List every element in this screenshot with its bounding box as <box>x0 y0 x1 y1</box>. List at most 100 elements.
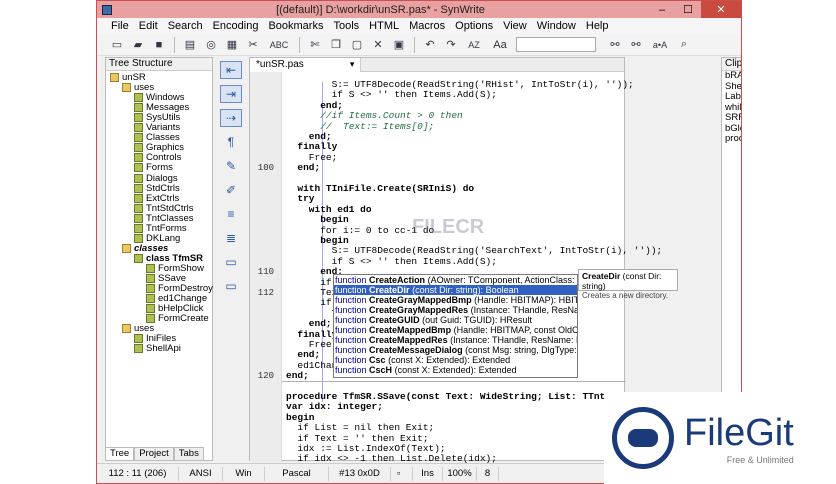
clipboard-item[interactable]: bRAll.ModalResult := srRAll; <box>722 70 741 82</box>
open-folder-icon[interactable]: ▰ <box>130 37 146 53</box>
completion-item[interactable]: function CreateMappedRes (Instance: THan… <box>334 335 577 345</box>
quick-search-input[interactable] <box>516 37 596 52</box>
code-line[interactable]: try <box>286 194 314 204</box>
clipboard-list: bRAll.ModalResult := srRAll;ShellExecute… <box>722 70 741 145</box>
sort-button[interactable]: AZ <box>464 37 484 53</box>
code-line[interactable]: var idx: integer; <box>286 402 383 412</box>
save-icon[interactable]: ■ <box>151 37 167 53</box>
unit-icon <box>146 274 155 283</box>
line-number: 120 <box>257 371 274 382</box>
print-icon[interactable]: ▤ <box>182 37 198 53</box>
block2-icon[interactable]: ▭ <box>220 277 242 295</box>
unindent-icon[interactable]: ≣ <box>220 229 242 247</box>
tab-close-icon[interactable]: ▾ <box>350 59 355 70</box>
menu-item-file[interactable]: File <box>111 20 129 32</box>
unit-icon <box>146 294 155 304</box>
clipboard-item[interactable]: procedure FormDestroy(Sende <box>722 133 741 145</box>
menu-item-window[interactable]: Window <box>537 20 576 32</box>
clipboard-icon[interactable]: ▦ <box>224 37 240 53</box>
code-line[interactable]: S:= UTF8Decode(ReadString('SearchText', … <box>286 246 663 256</box>
code-line[interactable]: if List = nil then Exit; <box>286 423 434 433</box>
completion-item[interactable]: function CreateDir (const Dir: string): … <box>334 285 577 295</box>
menu-item-view[interactable]: View <box>503 20 527 32</box>
lexer-status[interactable]: Pascal <box>265 466 329 481</box>
completion-kind: function <box>335 275 367 285</box>
minimize-button[interactable]: – <box>649 1 675 18</box>
tab-unsr[interactable]: *unSR.pas ▾ <box>250 57 362 72</box>
clipboard-item[interactable]: LabelH.Enabled:= ed2.Enabled; <box>722 91 741 103</box>
tab-project[interactable]: Project <box>134 447 174 461</box>
menu-item-bookmarks[interactable]: Bookmarks <box>268 20 323 32</box>
encoding-status[interactable]: ANSI <box>179 466 223 481</box>
autocomplete-popup[interactable]: function CreateAction (AOwner: TComponen… <box>333 274 578 378</box>
completion-item[interactable]: function CreateGUID (out Guid: TGUID): H… <box>334 315 577 325</box>
code-line[interactable]: //if Items.Count > 0 then <box>286 111 463 121</box>
maximize-button[interactable]: ☐ <box>675 1 701 18</box>
tab-tabs[interactable]: Tabs <box>173 447 204 461</box>
goto-prev-icon[interactable]: ⇤ <box>220 61 242 79</box>
select-all-icon[interactable]: ▣ <box>391 37 407 53</box>
hint-title: CreateDir <box>582 271 621 281</box>
nav-icon[interactable]: ⇢ <box>220 109 242 127</box>
binoculars-icon[interactable]: ⚯ <box>607 37 623 53</box>
zoom-status[interactable]: 100% <box>443 466 477 481</box>
tree-node[interactable]: FormCreate <box>146 313 209 324</box>
goto-next-icon[interactable]: ⇥ <box>220 85 242 103</box>
close-button[interactable]: ✕ <box>701 1 741 18</box>
code-line[interactable]: end; <box>286 371 309 381</box>
new-file-icon[interactable]: ▭ <box>109 37 125 53</box>
cut-icon[interactable]: ✄ <box>307 37 323 53</box>
indent-icon[interactable]: ≡ <box>220 205 242 223</box>
clipboard-item[interactable]: SRRo: boolean; <box>722 112 741 124</box>
menu-item-edit[interactable]: Edit <box>139 20 158 32</box>
code-line[interactable]: if S <> '' then Items.Add(S); <box>286 90 497 100</box>
title-bar[interactable]: [(default)] D:\workdir\unSR.pas* - SynWr… <box>97 1 741 18</box>
insert-mode-status[interactable]: Ins <box>413 466 443 481</box>
completion-item[interactable]: function CreateAction (AOwner: TComponen… <box>334 275 577 285</box>
delete-icon[interactable]: ✕ <box>370 37 386 53</box>
menu-item-tools[interactable]: Tools <box>333 20 359 32</box>
completion-kind: function <box>335 335 367 345</box>
menu-item-help[interactable]: Help <box>586 20 609 32</box>
code-line[interactable]: finally <box>286 142 337 152</box>
code-line[interactable]: end; <box>286 163 320 173</box>
completion-item[interactable]: function CscH (const X: Extended): Exten… <box>334 365 577 375</box>
paste-icon[interactable]: ▢ <box>349 37 365 53</box>
magnifier-icon[interactable]: ⌕ <box>676 37 692 53</box>
code-line[interactable]: begin <box>286 215 349 225</box>
completion-name: Csc <box>369 355 386 365</box>
tree-node[interactable]: ShellApi <box>134 343 181 354</box>
replace-button[interactable]: a•A <box>649 37 671 53</box>
comment-icon[interactable]: ✎ <box>220 157 242 175</box>
uncomment-icon[interactable]: ✐ <box>220 181 242 199</box>
find-all-icon[interactable]: ⚯ <box>628 37 644 53</box>
completion-item[interactable]: function Csc (const X: Extended): Extend… <box>334 355 577 365</box>
tab-tree[interactable]: Tree <box>105 447 135 461</box>
paragraph-icon[interactable]: ¶ <box>220 133 242 151</box>
completion-item[interactable]: function CreateMappedBmp (Handle: HBITMA… <box>334 325 577 335</box>
menu-item-macros[interactable]: Macros <box>409 20 445 32</box>
completion-signature: (const Dir: string): Boolean <box>412 285 519 295</box>
folder-icon <box>122 243 131 253</box>
line-ending-status[interactable]: Win <box>223 466 265 481</box>
find-icon[interactable]: ◎ <box>203 37 219 53</box>
code-editor[interactable]: *unSR.pas ▾ 100110112120130 S:= UTF8Deco… <box>249 57 662 483</box>
copy-icon[interactable]: ❐ <box>328 37 344 53</box>
code-line[interactable]: end; <box>286 319 332 329</box>
menu-item-encoding[interactable]: Encoding <box>213 20 259 32</box>
font-size-button[interactable]: Aa <box>489 37 511 53</box>
completion-item[interactable]: function CreateGrayMappedRes (Instance: … <box>334 305 577 315</box>
undo-icon[interactable]: ↶ <box>422 37 438 53</box>
code-line[interactable]: end; <box>286 350 320 360</box>
block-icon[interactable]: ▭ <box>220 253 242 271</box>
completion-item[interactable]: function CreateGrayMappedBmp (Handle: HB… <box>334 295 577 305</box>
unit-icon <box>134 344 143 354</box>
spell-check-button[interactable]: ABC <box>266 37 292 53</box>
menu-item-html[interactable]: HTML <box>369 20 399 32</box>
menu-item-search[interactable]: Search <box>168 20 203 32</box>
toolbar-separator <box>414 36 415 53</box>
redo-icon[interactable]: ↷ <box>443 37 459 53</box>
menu-item-options[interactable]: Options <box>455 20 493 32</box>
tools-icon[interactable]: ✂ <box>245 37 261 53</box>
completion-item[interactable]: function CreateMessageDialog (const Msg:… <box>334 345 577 355</box>
